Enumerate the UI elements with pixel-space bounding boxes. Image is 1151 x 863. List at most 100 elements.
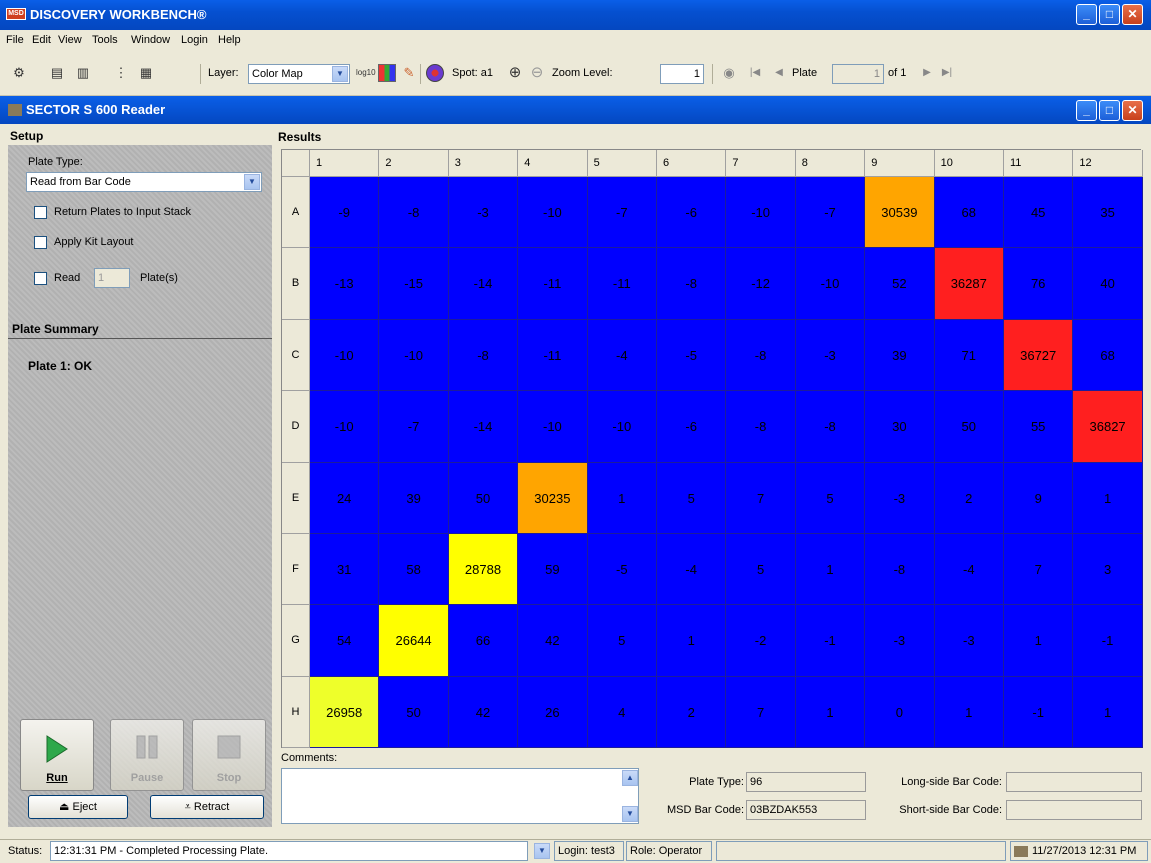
menu-tools[interactable]: Tools: [92, 34, 118, 46]
well-cell[interactable]: 24: [310, 462, 380, 534]
well-cell[interactable]: -7: [795, 177, 866, 249]
well-cell[interactable]: 31: [310, 534, 380, 606]
well-cell[interactable]: -8: [726, 319, 796, 392]
well-cell[interactable]: -8: [379, 177, 449, 249]
well-cell[interactable]: 9: [1004, 462, 1074, 534]
well-cell[interactable]: -14: [448, 248, 519, 320]
well-cell[interactable]: 4: [587, 676, 657, 749]
menu-window[interactable]: Window: [131, 34, 170, 46]
well-cell[interactable]: -3: [865, 605, 935, 677]
well-cell[interactable]: 7: [726, 676, 796, 749]
maximize-icon[interactable]: □: [1099, 4, 1120, 25]
well-cell[interactable]: 1: [934, 676, 1004, 749]
well-cell[interactable]: 50: [448, 462, 519, 534]
well-cell[interactable]: 36827: [1073, 391, 1143, 463]
well-cell[interactable]: 42: [448, 676, 519, 749]
well-cell[interactable]: 1: [795, 534, 866, 606]
well-cell[interactable]: 5: [726, 534, 796, 606]
well-cell[interactable]: -14: [448, 391, 519, 463]
well-cell[interactable]: -10: [726, 177, 796, 249]
well-cell[interactable]: -1: [1073, 605, 1143, 677]
comments-textarea[interactable]: ▲ ▼: [281, 768, 639, 824]
well-cell[interactable]: -5: [657, 319, 727, 392]
well-cell[interactable]: -9: [310, 177, 380, 249]
well-cell[interactable]: 30235: [518, 462, 588, 534]
well-cell[interactable]: 3: [1073, 534, 1143, 606]
well-cell[interactable]: -15: [379, 248, 449, 320]
well-cell[interactable]: 0: [865, 676, 935, 749]
well-cell[interactable]: 30539: [865, 177, 935, 249]
well-cell[interactable]: 71: [934, 319, 1004, 392]
well-cell[interactable]: -8: [448, 319, 519, 392]
well-cell[interactable]: 26: [518, 676, 588, 749]
zoom-level-input[interactable]: 1: [660, 64, 704, 84]
scroll-down-icon[interactable]: ▼: [622, 806, 638, 822]
well-cell[interactable]: 26958: [310, 676, 380, 749]
well-cell[interactable]: -3: [934, 605, 1004, 677]
well-cell[interactable]: 35: [1073, 177, 1143, 249]
well-cell[interactable]: -1: [1004, 676, 1074, 749]
run-button[interactable]: Run: [20, 719, 94, 791]
return-plates-checkbox[interactable]: [34, 206, 47, 219]
first-plate-icon[interactable]: |◀: [746, 64, 764, 82]
well-cell[interactable]: -12: [726, 248, 796, 320]
well-cell[interactable]: -10: [518, 177, 588, 249]
well-cell[interactable]: -10: [310, 391, 380, 463]
well-cell[interactable]: 1: [795, 676, 866, 749]
well-cell[interactable]: 5: [657, 462, 727, 534]
book-open-icon[interactable]: ▦: [137, 64, 155, 82]
plate-number-input[interactable]: 1: [832, 64, 884, 84]
layer-select[interactable]: Color Map ▼: [248, 64, 350, 84]
spot-icon[interactable]: [426, 64, 444, 82]
pause-button[interactable]: Pause: [110, 719, 184, 791]
plate-type-select[interactable]: Read from Bar Code ▼: [26, 172, 262, 192]
reader-maximize-icon[interactable]: □: [1099, 100, 1120, 121]
well-cell[interactable]: -3: [448, 177, 519, 249]
prev-plate-icon[interactable]: ◀: [770, 64, 788, 82]
read-checkbox[interactable]: [34, 272, 47, 285]
well-cell[interactable]: 5: [587, 605, 657, 677]
well-cell[interactable]: 7: [726, 462, 796, 534]
reader-minimize-icon[interactable]: _: [1076, 100, 1097, 121]
kit-icon[interactable]: ⋮: [112, 64, 130, 82]
well-cell[interactable]: 7: [1004, 534, 1074, 606]
apply-kit-checkbox[interactable]: [34, 236, 47, 249]
well-cell[interactable]: 26644: [379, 605, 449, 677]
menu-help[interactable]: Help: [218, 34, 241, 46]
plate-setup-icon[interactable]: ⚙: [10, 64, 28, 82]
scroll-up-icon[interactable]: ▲: [622, 770, 638, 786]
well-cell[interactable]: 58: [379, 534, 449, 606]
read-count-input[interactable]: 1: [94, 268, 130, 288]
well-cell[interactable]: 52: [865, 248, 935, 320]
well-cell[interactable]: 50: [934, 391, 1004, 463]
well-cell[interactable]: 30: [865, 391, 935, 463]
well-cell[interactable]: 1: [1073, 462, 1143, 534]
color-scale-icon[interactable]: [378, 64, 396, 82]
well-cell[interactable]: 76: [1004, 248, 1074, 320]
well-cell[interactable]: -6: [657, 391, 727, 463]
zoom-out-icon[interactable]: ⊖: [528, 64, 546, 82]
well-cell[interactable]: -7: [587, 177, 657, 249]
menu-login[interactable]: Login: [181, 34, 208, 46]
well-cell[interactable]: 2: [934, 462, 1004, 534]
well-cell[interactable]: 45: [1004, 177, 1074, 249]
well-cell[interactable]: -13: [310, 248, 380, 320]
chevron-down-icon[interactable]: ▼: [332, 66, 348, 82]
well-cell[interactable]: 55: [1004, 391, 1074, 463]
well-cell[interactable]: 1: [657, 605, 727, 677]
well-cell[interactable]: 1: [1004, 605, 1074, 677]
status-dropdown-icon[interactable]: ▼: [534, 843, 550, 859]
well-cell[interactable]: -10: [310, 319, 380, 392]
well-cell[interactable]: 68: [934, 177, 1004, 249]
chevron-down-icon[interactable]: ▼: [244, 174, 260, 190]
well-cell[interactable]: -8: [726, 391, 796, 463]
well-cell[interactable]: 36287: [934, 248, 1004, 320]
well-cell[interactable]: -11: [587, 248, 657, 320]
well-cell[interactable]: -5: [587, 534, 657, 606]
well-cell[interactable]: 2: [657, 676, 727, 749]
menu-view[interactable]: View: [58, 34, 82, 46]
well-cell[interactable]: 42: [518, 605, 588, 677]
well-cell[interactable]: 39: [865, 319, 935, 392]
stop-button[interactable]: Stop: [192, 719, 266, 791]
well-cell[interactable]: 59: [518, 534, 588, 606]
